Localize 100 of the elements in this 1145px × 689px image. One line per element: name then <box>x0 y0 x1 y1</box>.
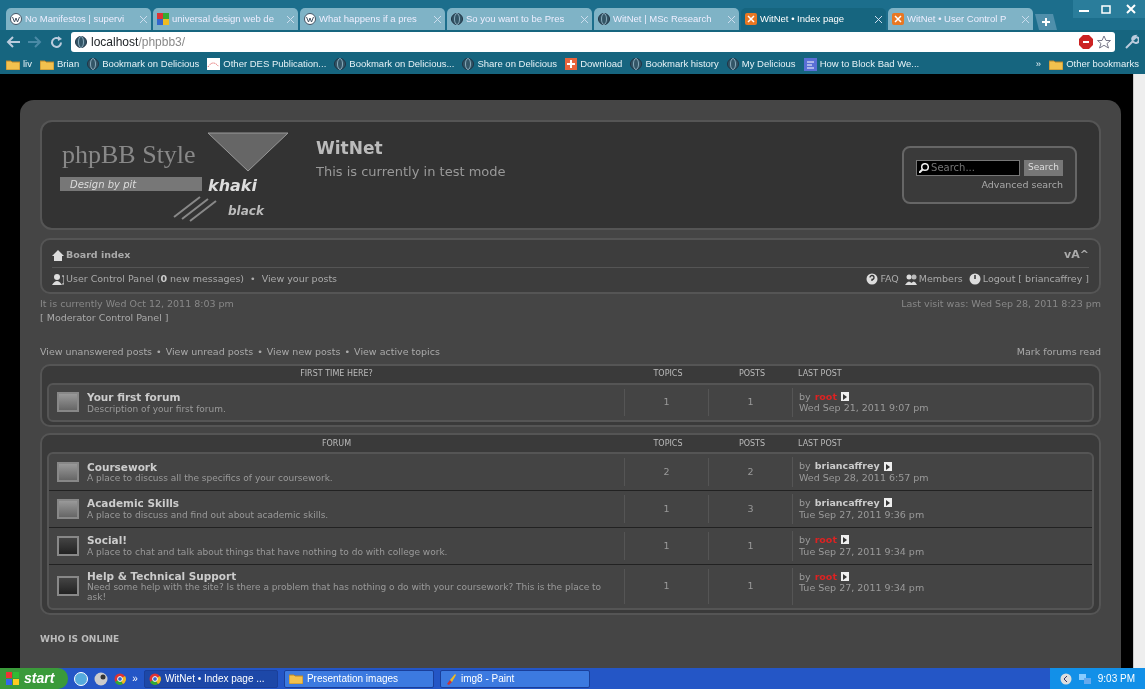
forum-name-link[interactable]: Help & Technical Support <box>87 569 616 583</box>
minimize-icon[interactable] <box>1073 0 1095 18</box>
search-button[interactable]: Search <box>1024 159 1063 176</box>
help-icon <box>866 272 879 285</box>
globe-icon <box>598 13 610 25</box>
font-size-control[interactable]: vA^ <box>1064 247 1089 264</box>
square-logo-icon <box>157 13 169 25</box>
stop-sign-icon[interactable] <box>1079 35 1093 49</box>
bookmark-link[interactable]: My Delicious <box>726 56 796 72</box>
forum-description: A place to discuss all the specifics of your coursework. <box>87 473 333 484</box>
scrollbar[interactable] <box>1133 74 1145 668</box>
forum-name-link[interactable]: Social! <box>87 534 448 547</box>
post-count: 1 <box>747 579 754 593</box>
logout-link[interactable]: Logout [ briancaffrey ] <box>968 271 1089 286</box>
bookmarks-overflow-button[interactable]: » <box>1035 56 1042 72</box>
topic-count: 1 <box>663 501 670 516</box>
forum-name-link[interactable]: Your first forum <box>87 390 226 404</box>
column-header: POSTS <box>738 438 766 448</box>
quick-link[interactable]: View new posts <box>266 345 341 360</box>
quick-link[interactable]: View active topics <box>354 345 440 360</box>
start-button[interactable]: start <box>0 668 69 689</box>
column-header: FIRST TIME HERE? <box>300 369 373 378</box>
circle-logo-icon[interactable] <box>114 672 127 685</box>
forum-description: Description of your first forum. <box>87 403 226 414</box>
search-field[interactable]: Search... <box>916 159 1021 176</box>
column-header: FORUM <box>321 438 352 448</box>
address-bar[interactable]: localhost/phpbb3/ <box>71 32 1115 52</box>
square-logo-icon <box>745 13 757 25</box>
by-label: by <box>799 570 811 583</box>
quick-launch-overflow-button[interactable]: » <box>132 671 138 686</box>
user-control-panel-link[interactable]: User Control Panel (0 new messages) <box>52 271 245 286</box>
home-icon <box>52 249 64 261</box>
forum-name-link[interactable]: Academic Skills <box>87 497 329 510</box>
forum-name-link[interactable]: Coursework <box>87 460 333 474</box>
folder-icon <box>40 58 54 70</box>
separator-dot: • <box>250 271 256 286</box>
by-label: by <box>799 533 811 546</box>
topic-count: 2 <box>663 465 670 479</box>
back-arrow-icon[interactable] <box>6 36 20 48</box>
separator-dot: • <box>344 345 351 360</box>
go-to-post-icon[interactable] <box>840 391 849 401</box>
last-visit-text: Last visit was: Wed Sep 28, 2011 8:23 pm <box>901 296 1101 311</box>
folder-icon <box>288 673 303 684</box>
bookmark-link[interactable]: Download <box>565 56 623 72</box>
bookmark-link[interactable]: Bookmark on Delicious... <box>334 56 455 72</box>
bookmark-link[interactable]: Brian <box>40 56 80 72</box>
site-description: This is currently in test mode <box>316 162 506 181</box>
bookmark-link[interactable]: Share on Delicious <box>462 56 558 72</box>
author-link[interactable]: briancaffrey <box>814 460 880 473</box>
members-link[interactable]: Members <box>904 271 963 286</box>
bookmark-link[interactable]: Other DES Publication... <box>207 56 327 72</box>
bookmark-link[interactable]: Bookmark history <box>630 56 719 72</box>
section-heading: WHO IS ONLINE <box>40 633 120 644</box>
image-icon <box>207 58 221 70</box>
star-icon[interactable] <box>1097 35 1111 49</box>
advanced-search-link[interactable]: Advanced search <box>981 177 1063 193</box>
separator-dot: • <box>156 345 162 360</box>
bookmark-link[interactable]: Bookmark on Delicious <box>87 56 200 72</box>
quick-link[interactable]: View unanswered posts <box>40 345 153 360</box>
quick-link[interactable]: View unread posts <box>165 345 254 360</box>
clock-text: 9:03 PM <box>1097 672 1135 686</box>
topic-count: 1 <box>663 395 670 410</box>
taskbar-button[interactable]: Presentation images <box>283 669 434 688</box>
logo-drawing: phpBB Style Design by pit khaki black <box>56 127 296 223</box>
url-text: localhost/phpbb3/ <box>91 34 186 51</box>
reload-icon[interactable] <box>50 35 63 49</box>
new-tab-icon[interactable] <box>1035 14 1057 30</box>
bookmark-link[interactable]: liv <box>6 56 32 72</box>
go-to-post-icon[interactable] <box>840 571 849 581</box>
taskbar-button[interactable]: img8 - Paint <box>439 669 590 688</box>
arrow-left-icon[interactable] <box>1059 672 1072 685</box>
globe-icon[interactable] <box>74 671 89 686</box>
post-count: 1 <box>747 538 754 553</box>
bookmark-link[interactable]: Other bookmarks <box>1049 56 1139 72</box>
topic-count: 1 <box>663 579 670 593</box>
topic-count: 1 <box>663 538 670 553</box>
browser-tab[interactable]: WitNet • Index page <box>741 8 886 30</box>
author-link[interactable]: briancaffrey <box>814 497 880 509</box>
close-icon[interactable] <box>875 15 882 23</box>
circle-logo-icon <box>304 13 316 25</box>
wrench-icon[interactable] <box>1123 34 1139 50</box>
board-index-link[interactable]: Board index <box>52 248 131 263</box>
bookmark-link[interactable]: How to Block Bad We... <box>803 56 920 72</box>
view-posts-link[interactable]: View your posts <box>261 271 338 286</box>
post-time: Tue Sep 27, 2011 9:36 pm <box>799 508 926 521</box>
faq-link[interactable]: FAQ <box>866 271 899 286</box>
go-to-post-icon[interactable] <box>840 535 849 545</box>
circle-logo-icon <box>148 672 161 685</box>
post-count: 3 <box>747 501 754 516</box>
globe-icon <box>334 58 347 70</box>
post-time: Wed Sep 28, 2011 6:57 pm <box>799 472 930 484</box>
column-header: LAST POST <box>798 369 842 378</box>
moderator-panel-link[interactable]: [ Moderator Control Panel ] <box>40 311 234 326</box>
site-title: WitNet <box>316 137 384 160</box>
go-to-post-icon[interactable] <box>883 498 892 508</box>
mark-read-link[interactable]: Mark forums read <box>1016 345 1101 360</box>
windows-flag-icon <box>6 672 20 685</box>
close-icon[interactable] <box>1117 0 1145 18</box>
go-to-post-icon[interactable] <box>883 461 892 471</box>
taskbar-button[interactable]: WitNet • Index page ... <box>143 669 278 688</box>
